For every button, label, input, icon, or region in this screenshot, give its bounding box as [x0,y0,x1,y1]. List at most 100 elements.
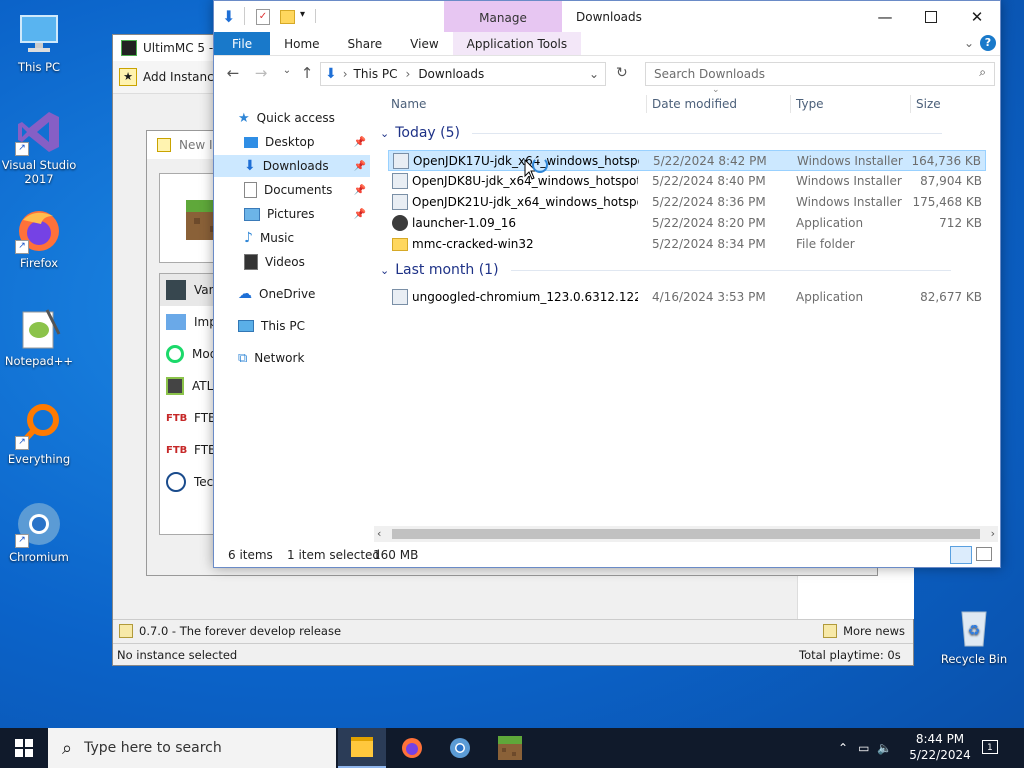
multimc-news-bar: 0.7.0 - The forever develop release More… [113,619,913,642]
forward-button[interactable]: → [248,64,274,82]
up-button[interactable]: ↑ [294,64,320,82]
explorer-titlebar[interactable]: ⬇ ✓ ▾ Manage Downloads — ✕ [214,1,1000,32]
monitor-icon [15,10,63,58]
column-separator[interactable] [646,95,647,113]
search-box[interactable]: Search Downloads ⌕ [645,62,995,86]
file-row[interactable]: OpenJDK21U-jdk_x64_windows_hotspot_... 5… [388,192,986,213]
taskbar-search[interactable]: ⌕ Type here to search [48,728,336,768]
start-button[interactable] [0,728,48,768]
details-view-button[interactable] [950,546,972,564]
file-row[interactable]: OpenJDK17U-jdk_x64_windows_hotspot_... 5… [388,150,986,171]
taskbar-minecraft[interactable] [486,728,534,768]
volume-muted-icon[interactable]: 🔈 [877,741,892,755]
tab-view[interactable]: View [396,32,452,55]
sidebar-item-videos[interactable]: Videos [244,251,370,273]
column-separator[interactable] [910,95,911,113]
group-header-today[interactable]: ⌄ Today (5) [380,125,942,141]
quick-access-download-icon[interactable]: ⬇ [222,7,235,26]
desktop-icon-firefox[interactable]: ↗ Firefox [1,206,77,270]
address-bar[interactable]: ⬇ › This PC › Downloads ⌄ [320,62,606,86]
chevron-down-icon: ⌄ [380,126,390,140]
desktop-icon-this-pc[interactable]: This PC [1,10,77,74]
atlauncher-icon [166,377,184,395]
sidebar-item-onedrive[interactable]: ☁ OneDrive [238,283,370,305]
customize-toolbar-icon[interactable]: ▾ [300,9,305,20]
pin-icon[interactable]: 📌 [354,209,366,220]
sidebar-item-quick-access[interactable]: ★ Quick access [238,107,370,129]
file-row[interactable]: mmc-cracked-win32 5/22/2024 8:34 PM File… [388,234,986,255]
desktop-icon-notepadpp[interactable]: Notepad++ [1,304,77,368]
desktop-icon-label: Firefox [19,256,59,270]
column-header-size[interactable]: Size [916,93,941,115]
breadcrumb-this-pc[interactable]: This PC [354,67,398,81]
selection-count: 1 item selected [287,548,381,562]
desktop-icon-label: Chromium [9,550,69,564]
scroll-left-icon[interactable]: ‹ [377,527,381,540]
shortcut-arrow-icon: ↗ [15,436,29,450]
maximize-button[interactable] [908,1,954,32]
horizontal-scrollbar[interactable]: ‹ › [374,526,998,542]
scrollbar-thumb[interactable] [392,529,980,539]
tab-file[interactable]: File [214,32,271,55]
sidebar-item-pictures[interactable]: Pictures 📌 [244,203,370,225]
back-button[interactable]: ← [220,64,246,82]
sidebar-item-downloads[interactable]: ⬇ Downloads 📌 [214,155,370,177]
shortcut-arrow-icon: ↗ [15,240,29,254]
refresh-button[interactable]: ↻ [616,65,628,81]
action-center-button[interactable]: 1 [980,738,1002,758]
file-row[interactable]: ungoogled-chromium_123.0.6312.122-1.... … [388,287,986,308]
sidebar-item-music[interactable]: ♪ Music [244,227,370,249]
clock-date: 5/22/2024 [909,748,971,762]
file-row[interactable]: launcher-1.09_16 5/22/2024 8:20 PM Appli… [388,213,986,234]
taskbar-file-explorer[interactable] [338,728,386,768]
breadcrumb-downloads[interactable]: Downloads [418,67,484,81]
column-header-name[interactable]: Name [391,93,426,115]
cloud-icon: ☁ [238,286,252,302]
clock[interactable]: 8:44 PM 5/22/2024 [908,731,972,763]
scroll-right-icon[interactable]: › [991,527,995,540]
pin-icon[interactable]: 📌 [354,161,366,172]
desktop-icon-label: Visual Studio 2017 [1,158,77,186]
close-button[interactable]: ✕ [954,1,1000,32]
tab-home[interactable]: Home [270,32,333,55]
application-icon [392,215,408,231]
desktop-icon-recycle-bin[interactable]: ♻ Recycle Bin [936,602,1012,666]
sidebar-item-network[interactable]: ⧉ Network [238,347,370,369]
large-icons-view-button[interactable] [976,547,992,561]
tab-share[interactable]: Share [334,32,397,55]
taskbar-chromium[interactable] [436,728,484,768]
column-header-date[interactable]: Date modified [652,93,737,115]
file-row[interactable]: OpenJDK8U-jdk_x64_windows_hotspot_8... 5… [388,171,986,192]
desktop-icon-visual-studio[interactable]: ↗ Visual Studio 2017 [1,108,77,186]
explorer-window[interactable]: ⬇ ✓ ▾ Manage Downloads — ✕ File Home Sha… [213,0,1001,568]
new-folder-icon[interactable] [280,10,295,24]
no-instance-label: No instance selected [117,648,238,662]
group-header-last-month[interactable]: ⌄ Last month (1) [380,262,951,278]
taskbar-firefox[interactable] [388,728,436,768]
chromium-icon: ↗ [15,500,63,548]
taskbar-search-input[interactable]: Type here to search [84,740,222,756]
column-header-type[interactable]: Type [796,93,824,115]
expand-ribbon-icon[interactable]: ⌄ [964,36,974,50]
desktop-icon-everything[interactable]: ↗ Everything [1,402,77,466]
minimize-button[interactable]: — [862,1,908,32]
sidebar-item-documents[interactable]: Documents 📌 [244,179,370,201]
sidebar-item-this-pc[interactable]: This PC [238,315,370,337]
column-separator[interactable] [790,95,791,113]
properties-icon[interactable]: ✓ [256,9,270,25]
help-icon[interactable]: ? [980,35,996,51]
pin-icon[interactable]: 📌 [354,137,366,148]
add-instance-button[interactable]: Add Instance [143,70,221,84]
sidebar-item-desktop[interactable]: Desktop 📌 [244,131,370,153]
search-input[interactable]: Search Downloads [654,67,765,81]
address-row: ← → ⌄ ↑ ⬇ › This PC › Downloads ⌄ ↻ Sear… [214,56,1000,92]
tab-application-tools[interactable]: Application Tools [452,32,582,55]
pin-icon[interactable]: 📌 [354,185,366,196]
network-status-icon[interactable]: ▭ [858,741,869,755]
desktop-icon-chromium[interactable]: ↗ Chromium [1,500,77,564]
address-dropdown-icon[interactable]: ⌄ [589,67,599,81]
news-text[interactable]: 0.7.0 - The forever develop release [139,624,341,638]
show-hidden-icons-button[interactable]: ⌃ [838,741,848,755]
more-news-button[interactable]: More news [823,624,905,638]
manage-contextual-tab[interactable]: Manage [444,1,562,32]
